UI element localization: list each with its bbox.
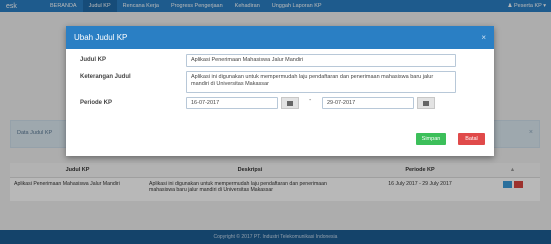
calendar-icon[interactable] [281, 97, 299, 109]
edit-judul-modal: Ubah Judul KP × Judul KP Aplikasi Peneri… [66, 26, 494, 156]
keterangan-textarea[interactable]: Aplikasi ini digunakan untuk mempermudah… [186, 71, 456, 93]
save-button[interactable]: Simpan [416, 133, 446, 145]
cancel-button[interactable]: Batal [458, 133, 485, 145]
periode-end-input[interactable]: 29-07-2017 [322, 97, 414, 109]
date-range-separator: - [309, 97, 312, 104]
label-judul-kp: Judul KP [80, 57, 107, 63]
label-periode-kp: Periode KP [80, 100, 113, 106]
label-keterangan-judul: Keterangan Judul [80, 74, 131, 80]
judul-kp-input[interactable]: Aplikasi Penerimaan Mahasiswa Jalur Mand… [186, 54, 456, 67]
modal-title: Ubah Judul KP [74, 33, 128, 42]
modal-close-icon[interactable]: × [481, 33, 486, 42]
calendar-icon[interactable] [417, 97, 435, 109]
modal-header: Ubah Judul KP [66, 26, 494, 49]
periode-start-input[interactable]: 16-07-2017 [186, 97, 278, 109]
modal-body: Judul KP Aplikasi Penerimaan Mahasiswa J… [66, 49, 494, 156]
